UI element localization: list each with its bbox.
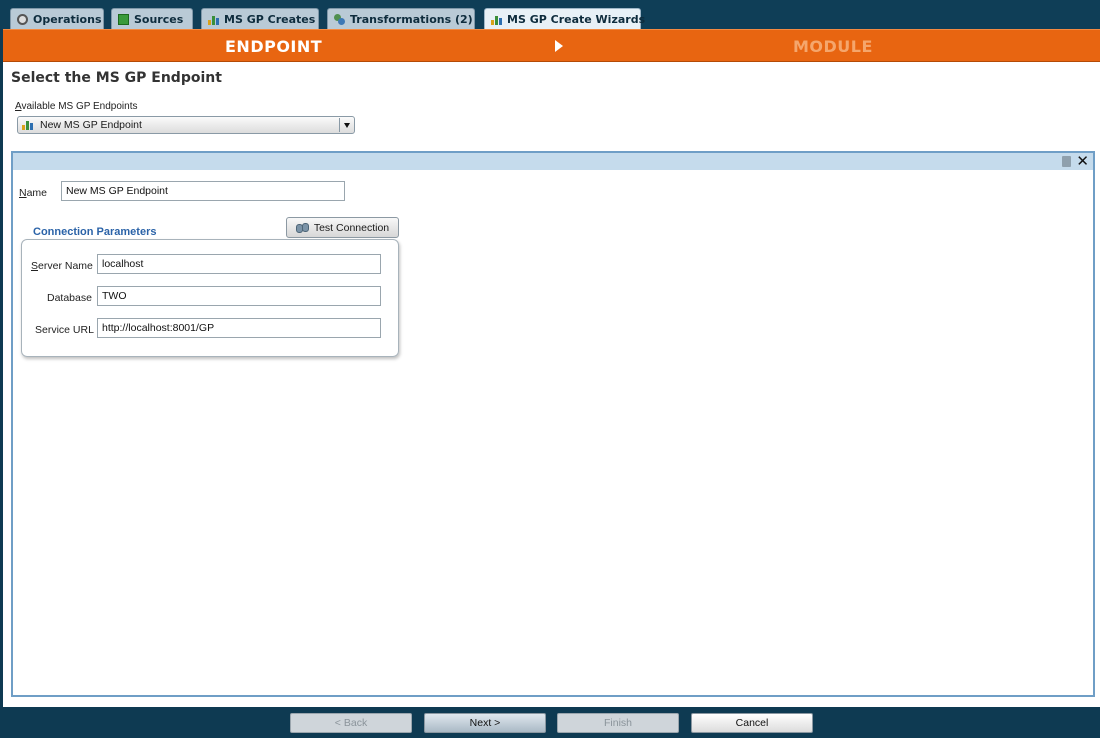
back-button[interactable]: < Back	[290, 713, 412, 733]
wizard-nav-bar: < Back Next > Finish Cancel	[0, 707, 1100, 738]
database-label: Database	[47, 292, 92, 304]
database-field[interactable]	[97, 286, 381, 306]
wizard-frame: ENDPOINT MODULE Select the MS GP Endpoin…	[3, 29, 1100, 707]
endpoints-label: Available MS GP Endpoints	[15, 101, 138, 112]
chart-icon	[491, 14, 502, 25]
step-endpoint: ENDPOINT	[225, 37, 323, 56]
tab-transformations[interactable]: Transformations (2)	[327, 8, 475, 29]
gear-icon	[17, 13, 28, 25]
finish-button[interactable]: Finish	[557, 713, 679, 733]
endpoint-panel: ✕ Name Connection Parameters Test Connec…	[11, 151, 1095, 697]
tab-strip: Operations Sources MS GP Creates Transfo…	[0, 0, 1100, 29]
tab-ms-gp-create-wizards[interactable]: MS GP Create Wizards	[484, 8, 645, 29]
test-connection-label: Test Connection	[313, 221, 390, 234]
gears-icon	[334, 13, 345, 25]
dropdown-arrow-icon[interactable]	[339, 118, 353, 132]
step-bar: ENDPOINT MODULE	[3, 29, 1100, 62]
name-field[interactable]	[61, 181, 345, 201]
server-name-field[interactable]	[97, 254, 381, 274]
step-module: MODULE	[793, 37, 873, 56]
name-label-rest: ame	[26, 187, 48, 199]
tab-label: Transformations (2)	[350, 12, 473, 26]
panel-header: ✕	[13, 152, 1093, 170]
service-url-field[interactable]	[97, 318, 381, 338]
tab-sources[interactable]: Sources	[111, 8, 193, 29]
tab-label: Sources	[134, 12, 184, 26]
source-icon	[118, 13, 129, 25]
tab-ms-gp-creates[interactable]: MS GP Creates	[201, 8, 319, 29]
endpoints-label-rest: vailable MS GP Endpoints	[21, 101, 138, 112]
tab-label: Operations	[33, 12, 102, 26]
connection-parameters-title: Connection Parameters	[33, 226, 157, 238]
close-icon[interactable]: ✕	[1076, 152, 1089, 170]
save-icon[interactable]	[1062, 156, 1071, 167]
chart-icon	[22, 120, 36, 130]
server-name-label: Server Name	[31, 260, 93, 272]
cancel-button[interactable]: Cancel	[691, 713, 813, 733]
name-label: Name	[19, 187, 48, 199]
next-button[interactable]: Next >	[424, 713, 546, 733]
server-name-label-rest: erver Name	[38, 260, 93, 272]
tab-label: MS GP Creates	[224, 12, 316, 26]
endpoints-selected-value: New MS GP Endpoint	[40, 119, 142, 131]
chart-icon	[208, 14, 219, 25]
tab-label: MS GP Create Wizards	[507, 12, 646, 26]
service-url-label: Service URL	[35, 324, 94, 336]
step-arrow-icon	[555, 40, 563, 52]
page-title: Select the MS GP Endpoint	[11, 70, 222, 86]
database-connection-icon	[295, 222, 310, 234]
tab-operations[interactable]: Operations	[10, 8, 104, 29]
test-connection-button[interactable]: Test Connection	[286, 217, 399, 238]
endpoints-select[interactable]: New MS GP Endpoint	[17, 116, 355, 134]
